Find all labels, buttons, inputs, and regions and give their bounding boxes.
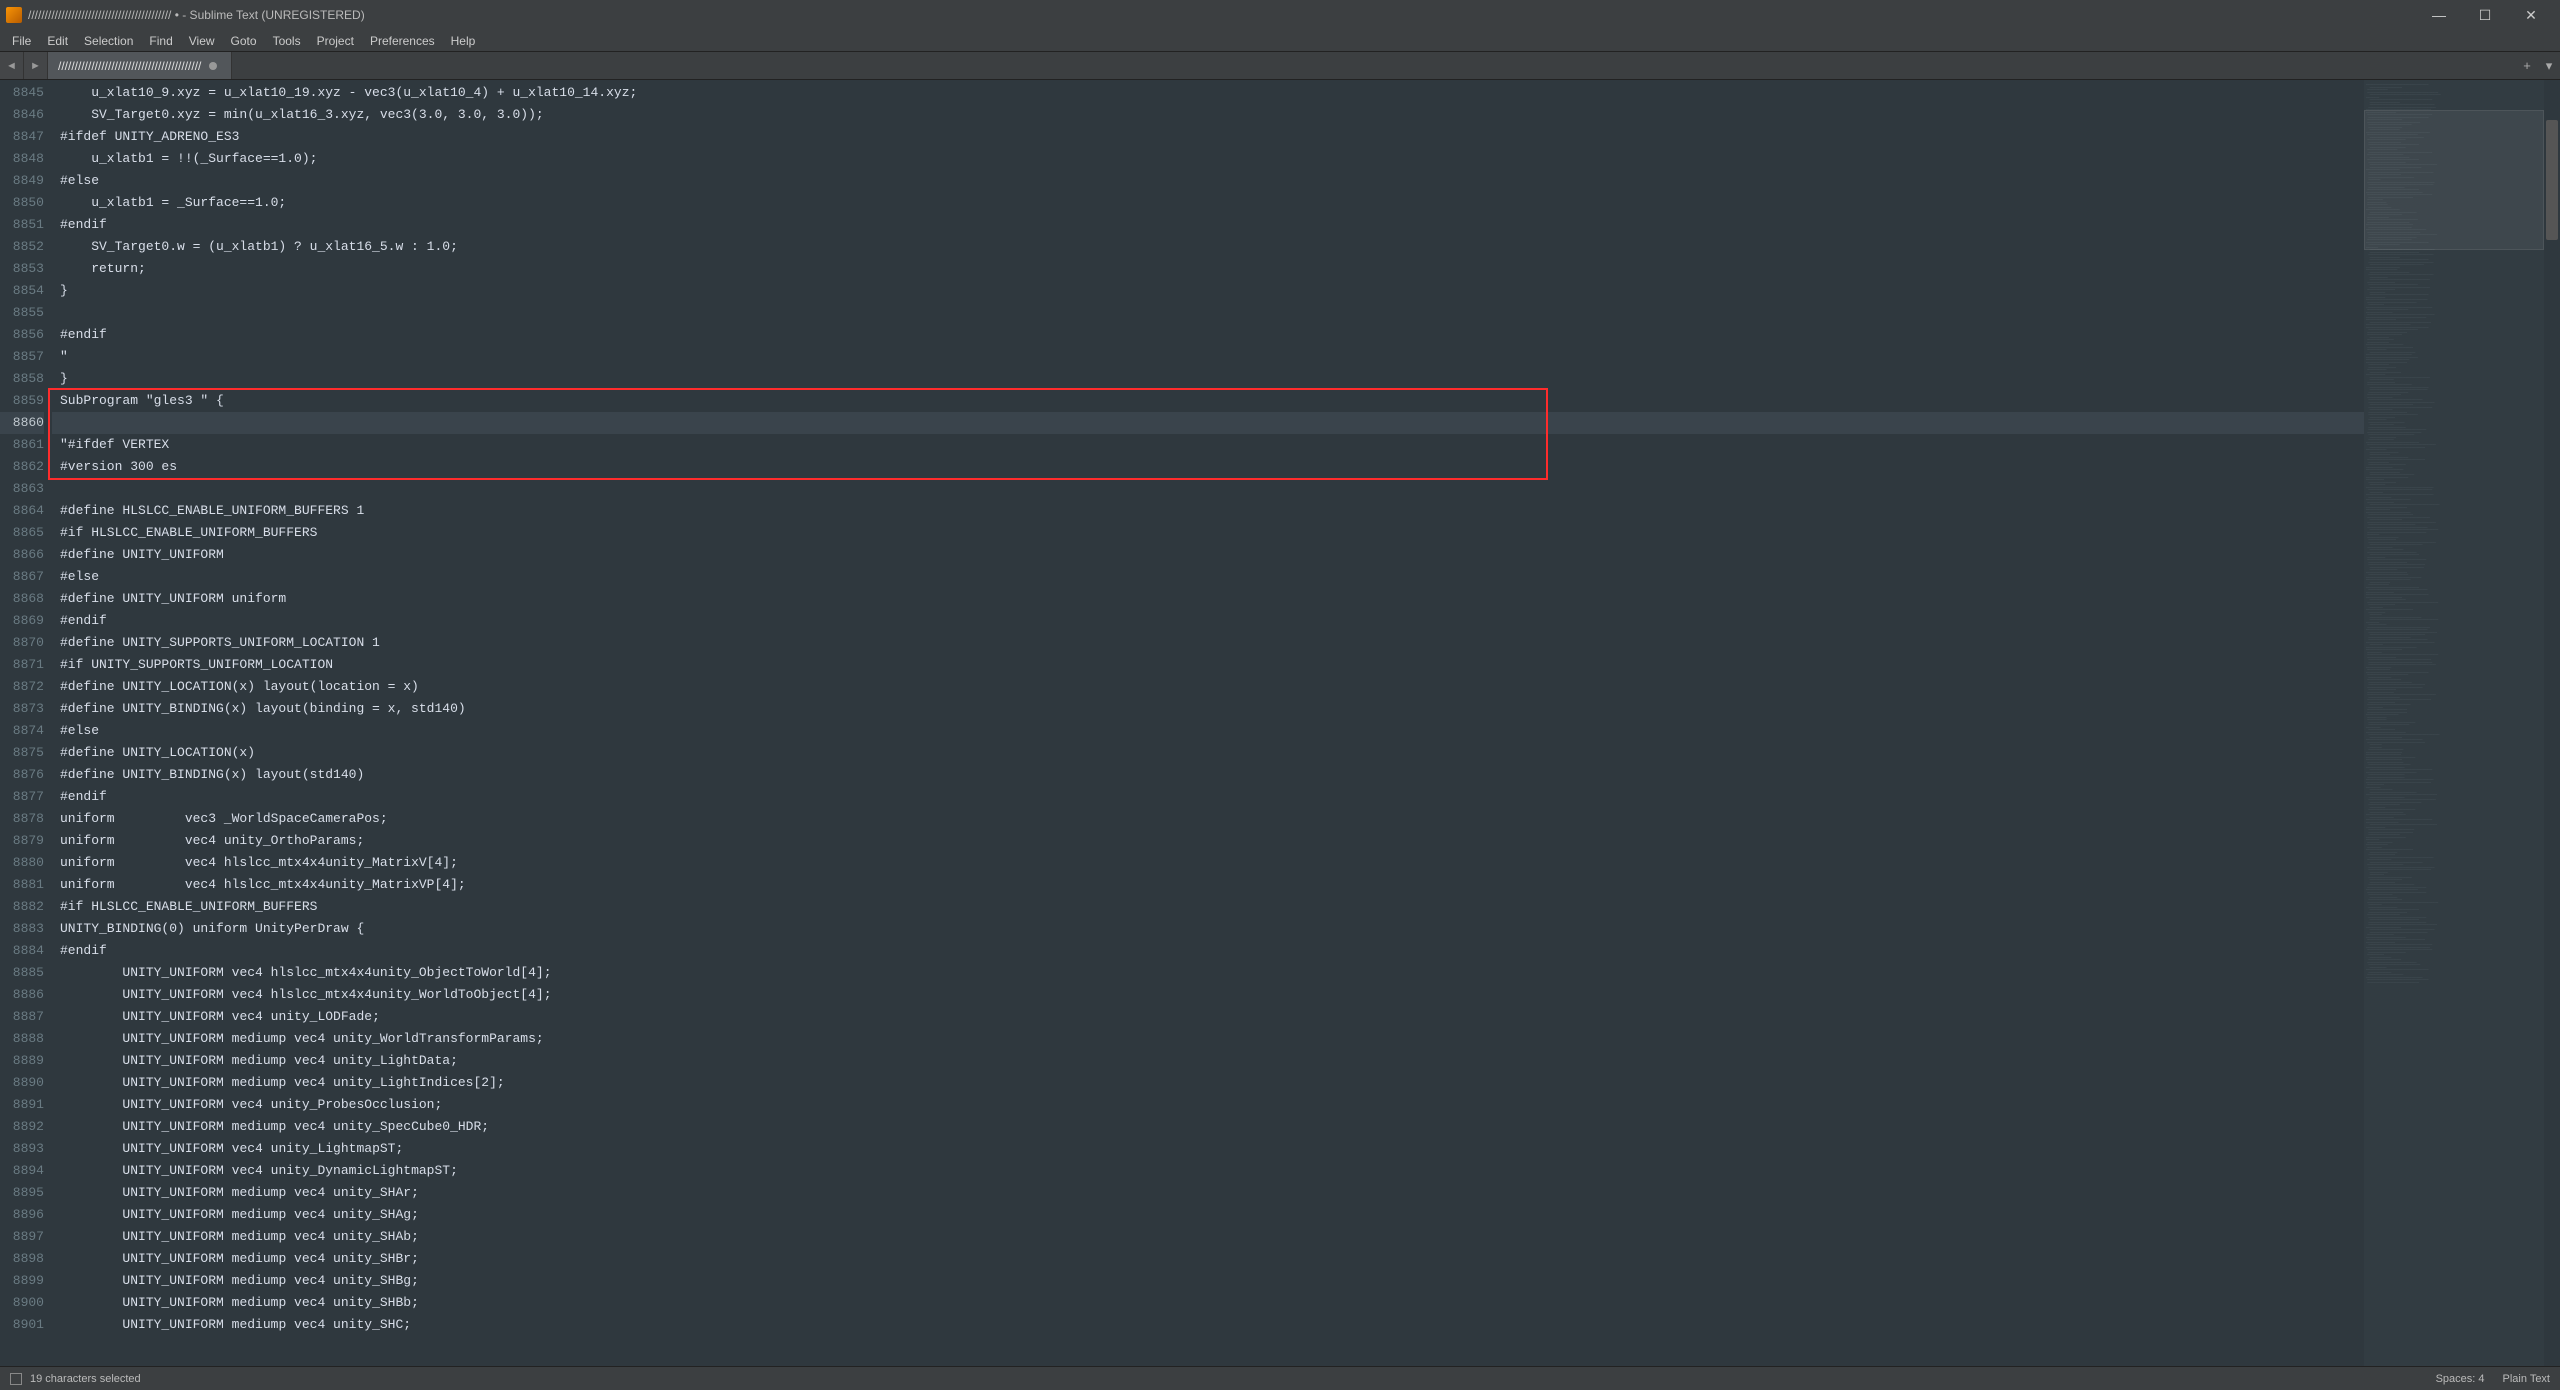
menu-preferences[interactable]: Preferences bbox=[362, 32, 443, 50]
code-line[interactable]: #define UNITY_BINDING(x) layout(binding … bbox=[60, 698, 2364, 720]
menu-bar: File Edit Selection Find View Goto Tools… bbox=[0, 30, 2560, 52]
tab-label: ////////////////////////////////////////… bbox=[58, 59, 201, 73]
code-line[interactable]: } bbox=[60, 280, 2364, 302]
menu-help[interactable]: Help bbox=[443, 32, 484, 50]
tab-file[interactable]: ////////////////////////////////////////… bbox=[48, 52, 232, 79]
code-line[interactable]: #else bbox=[60, 566, 2364, 588]
code-line[interactable]: SubProgram "gles3 " { bbox=[60, 390, 2364, 412]
code-line[interactable]: #define UNITY_LOCATION(x) layout(locatio… bbox=[60, 676, 2364, 698]
code-line[interactable]: UNITY_UNIFORM mediump vec4 unity_SHBb; bbox=[60, 1292, 2364, 1314]
code-line[interactable]: #version 300 es bbox=[60, 456, 2364, 478]
minimize-button[interactable]: — bbox=[2416, 0, 2462, 30]
code-line[interactable]: return; bbox=[60, 258, 2364, 280]
code-line[interactable]: #if HLSLCC_ENABLE_UNIFORM_BUFFERS bbox=[60, 896, 2364, 918]
code-line[interactable]: UNITY_UNIFORM mediump vec4 unity_SpecCub… bbox=[60, 1116, 2364, 1138]
code-line[interactable]: UNITY_UNIFORM mediump vec4 unity_SHC; bbox=[60, 1314, 2364, 1336]
code-line[interactable]: UNITY_UNIFORM vec4 unity_DynamicLightmap… bbox=[60, 1160, 2364, 1182]
code-line[interactable]: UNITY_UNIFORM vec4 hlslcc_mtx4x4unity_Wo… bbox=[60, 984, 2364, 1006]
nav-forward-button[interactable]: ► bbox=[24, 52, 48, 79]
gutter: 8845884688478848884988508851885288538854… bbox=[0, 80, 52, 1366]
code-line[interactable]: uniform vec3 _WorldSpaceCameraPos; bbox=[60, 808, 2364, 830]
minimap-viewport[interactable] bbox=[2364, 110, 2544, 250]
code-line[interactable]: uniform vec4 hlslcc_mtx4x4unity_MatrixVP… bbox=[60, 874, 2364, 896]
code-line[interactable]: UNITY_UNIFORM mediump vec4 unity_SHAr; bbox=[60, 1182, 2364, 1204]
code-line[interactable]: #endif bbox=[60, 214, 2364, 236]
code-line[interactable]: u_xlatb1 = !!(_Surface==1.0); bbox=[60, 148, 2364, 170]
dirty-indicator-icon bbox=[209, 62, 217, 70]
window-controls: — ☐ ✕ bbox=[2416, 0, 2554, 30]
code-line[interactable]: #define UNITY_BINDING(x) layout(std140) bbox=[60, 764, 2364, 786]
menu-view[interactable]: View bbox=[181, 32, 223, 50]
menu-project[interactable]: Project bbox=[309, 32, 362, 50]
status-bar: 19 characters selected Spaces: 4 Plain T… bbox=[0, 1366, 2560, 1390]
status-selection: 19 characters selected bbox=[30, 1373, 141, 1385]
code-line[interactable]: UNITY_UNIFORM vec4 unity_LODFade; bbox=[60, 1006, 2364, 1028]
code-line[interactable]: #define UNITY_UNIFORM bbox=[60, 544, 2364, 566]
menu-edit[interactable]: Edit bbox=[39, 32, 76, 50]
code-line[interactable]: UNITY_UNIFORM vec4 unity_ProbesOcclusion… bbox=[60, 1094, 2364, 1116]
code-line[interactable]: u_xlatb1 = _Surface==1.0; bbox=[60, 192, 2364, 214]
code-line[interactable] bbox=[60, 478, 2364, 500]
code-line[interactable]: } bbox=[60, 368, 2364, 390]
vertical-scrollbar[interactable] bbox=[2544, 80, 2560, 1366]
code-line[interactable]: #endif bbox=[60, 324, 2364, 346]
menu-find[interactable]: Find bbox=[141, 32, 180, 50]
tab-add-button[interactable]: + bbox=[2516, 58, 2538, 73]
code-line[interactable]: u_xlat10_9.xyz = u_xlat10_19.xyz - vec3(… bbox=[60, 82, 2364, 104]
menu-selection[interactable]: Selection bbox=[76, 32, 141, 50]
code-line[interactable]: UNITY_UNIFORM mediump vec4 unity_SHBr; bbox=[60, 1248, 2364, 1270]
code-line[interactable]: #ifdef UNITY_ADRENO_ES3 bbox=[60, 126, 2364, 148]
code-line[interactable]: #define UNITY_UNIFORM uniform bbox=[60, 588, 2364, 610]
code-line[interactable] bbox=[60, 302, 2364, 324]
nav-back-button[interactable]: ◄ bbox=[0, 52, 24, 79]
menu-goto[interactable]: Goto bbox=[223, 32, 265, 50]
code-area[interactable]: u_xlat10_9.xyz = u_xlat10_19.xyz - vec3(… bbox=[52, 80, 2364, 1366]
code-line[interactable]: #else bbox=[60, 170, 2364, 192]
code-line[interactable]: #define HLSLCC_ENABLE_UNIFORM_BUFFERS 1 bbox=[60, 500, 2364, 522]
code-line[interactable]: #else bbox=[60, 720, 2364, 742]
code-line[interactable]: UNITY_UNIFORM mediump vec4 unity_LightIn… bbox=[60, 1072, 2364, 1094]
code-line[interactable]: #define UNITY_SUPPORTS_UNIFORM_LOCATION … bbox=[60, 632, 2364, 654]
code-line[interactable]: uniform vec4 unity_OrthoParams; bbox=[60, 830, 2364, 852]
close-button[interactable]: ✕ bbox=[2508, 0, 2554, 30]
status-spaces[interactable]: Spaces: 4 bbox=[2436, 1373, 2485, 1385]
code-line[interactable]: " bbox=[60, 346, 2364, 368]
code-line[interactable]: #endif bbox=[60, 940, 2364, 962]
code-line[interactable]: UNITY_UNIFORM mediump vec4 unity_SHAg; bbox=[60, 1204, 2364, 1226]
code-line[interactable]: UNITY_UNIFORM mediump vec4 unity_WorldTr… bbox=[60, 1028, 2364, 1050]
code-line[interactable]: "#ifdef VERTEX bbox=[60, 434, 2364, 456]
code-line[interactable]: UNITY_UNIFORM vec4 unity_LightmapST; bbox=[60, 1138, 2364, 1160]
editor[interactable]: 8845884688478848884988508851885288538854… bbox=[0, 80, 2560, 1366]
tab-menu-button[interactable]: ▾ bbox=[2538, 58, 2560, 74]
code-line[interactable]: #if UNITY_SUPPORTS_UNIFORM_LOCATION bbox=[60, 654, 2364, 676]
menu-tools[interactable]: Tools bbox=[265, 32, 309, 50]
tab-strip: ◄ ► ////////////////////////////////////… bbox=[0, 52, 2560, 80]
code-line[interactable]: #endif bbox=[60, 610, 2364, 632]
minimap[interactable]: ————————————————————————————————————————… bbox=[2364, 80, 2544, 1366]
code-line[interactable]: UNITY_UNIFORM mediump vec4 unity_LightDa… bbox=[60, 1050, 2364, 1072]
status-syntax[interactable]: Plain Text bbox=[2503, 1373, 2551, 1385]
code-line[interactable]: UNITY_UNIFORM mediump vec4 unity_SHAb; bbox=[60, 1226, 2364, 1248]
menu-file[interactable]: File bbox=[4, 32, 39, 50]
app-icon bbox=[6, 7, 22, 23]
code-line[interactable]: uniform vec4 hlslcc_mtx4x4unity_MatrixV[… bbox=[60, 852, 2364, 874]
code-line[interactable]: UNITY_UNIFORM vec4 hlslcc_mtx4x4unity_Ob… bbox=[60, 962, 2364, 984]
title-bar: ////////////////////////////////////////… bbox=[0, 0, 2560, 30]
panel-toggle-icon[interactable] bbox=[10, 1373, 22, 1385]
maximize-button[interactable]: ☐ bbox=[2462, 0, 2508, 30]
code-line[interactable]: UNITY_BINDING(0) uniform UnityPerDraw { bbox=[60, 918, 2364, 940]
code-line[interactable]: SV_Target0.xyz = min(u_xlat16_3.xyz, vec… bbox=[60, 104, 2364, 126]
code-line[interactable]: #endif bbox=[60, 786, 2364, 808]
code-line[interactable]: SV_Target0.w = (u_xlatb1) ? u_xlat16_5.w… bbox=[60, 236, 2364, 258]
code-line[interactable]: #if HLSLCC_ENABLE_UNIFORM_BUFFERS bbox=[60, 522, 2364, 544]
scroll-thumb[interactable] bbox=[2546, 120, 2558, 240]
code-line[interactable]: #define UNITY_LOCATION(x) bbox=[60, 742, 2364, 764]
window-title: ////////////////////////////////////////… bbox=[28, 8, 365, 22]
code-line[interactable]: UNITY_UNIFORM mediump vec4 unity_SHBg; bbox=[60, 1270, 2364, 1292]
